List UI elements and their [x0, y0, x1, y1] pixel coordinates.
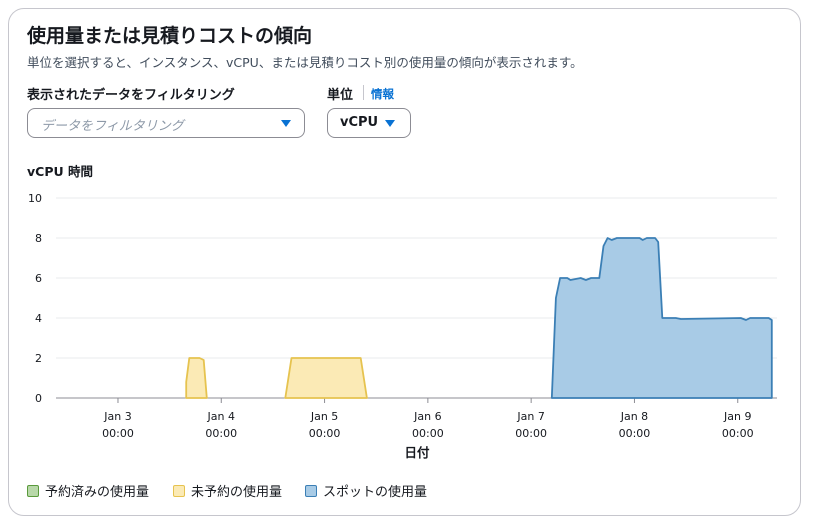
x-tick-time: 00:00	[515, 427, 547, 440]
x-tick-date: Jan 9	[723, 410, 751, 423]
x-tick-time: 00:00	[412, 427, 444, 440]
y-tick-label: 0	[35, 392, 42, 405]
x-tick-time: 00:00	[722, 427, 754, 440]
x-tick-date: Jan 7	[516, 410, 544, 423]
x-tick-time: 00:00	[619, 427, 651, 440]
x-tick-date: Jan 4	[207, 410, 235, 423]
y-tick-label: 4	[35, 312, 42, 325]
ondemand-area	[185, 357, 208, 399]
ondemand-area	[284, 357, 368, 399]
y-tick-label: 2	[35, 352, 42, 365]
x-axis-label: 日付	[404, 445, 430, 460]
x-tick-date: Jan 5	[310, 410, 338, 423]
x-tick-date: Jan 3	[103, 410, 131, 423]
y-tick-label: 6	[35, 272, 42, 285]
x-tick-date: Jan 6	[413, 410, 441, 423]
x-tick-time: 00:00	[102, 427, 134, 440]
x-tick-time: 00:00	[205, 427, 237, 440]
x-tick-date: Jan 8	[620, 410, 648, 423]
x-tick-time: 00:00	[309, 427, 341, 440]
y-tick-label: 8	[35, 232, 42, 245]
y-tick-label: 10	[28, 192, 42, 205]
usage-area-chart: 0 2 4 6 8 10 Jan 3 00:00 Jan 4 00:00 Jan 5 00:00 Jan…	[28, 192, 777, 460]
spot-area	[550, 237, 773, 399]
